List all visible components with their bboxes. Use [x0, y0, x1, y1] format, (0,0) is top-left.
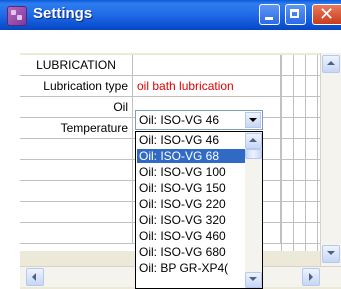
dropdown-option[interactable]: Oil: ISO-VG 100: [137, 165, 245, 179]
dropdown-option[interactable]: Oil: ISO-VG 320: [137, 213, 245, 227]
section-header: LUBRICATION: [20, 55, 133, 76]
left-frame: [0, 30, 20, 289]
app-icon: [7, 6, 27, 26]
lubrication-type-value[interactable]: oil bath lubrication: [133, 76, 281, 97]
minimize-button[interactable]: [259, 4, 280, 25]
arrow-right-icon: [309, 273, 313, 281]
dropdown-scroll-down-button[interactable]: [245, 272, 262, 288]
vertical-scrollbar[interactable]: [320, 53, 341, 267]
arrow-down-icon: [327, 251, 335, 255]
chevron-down-icon: [249, 118, 257, 122]
dropdown-option[interactable]: Oil: ISO-VG 220: [137, 197, 245, 211]
row-label: Oil: [20, 97, 133, 118]
dropdown-scroll-thumb[interactable]: [245, 149, 262, 159]
dropdown-button[interactable]: [245, 112, 261, 128]
oil-combobox[interactable]: Oil: ISO-VG 46: [135, 110, 263, 130]
value-cell[interactable]: [133, 55, 281, 76]
close-icon: ✕: [319, 4, 335, 25]
row-label: Temperature: [20, 118, 133, 139]
dropdown-scroll-up-button[interactable]: [245, 133, 262, 149]
arrow-left-icon: [32, 273, 36, 281]
dropdown-scrollbar[interactable]: [245, 132, 262, 288]
dropdown-option[interactable]: Oil: BP GR-XP4(: [137, 261, 245, 275]
dropdown-option[interactable]: Oil: ISO-VG 460: [137, 229, 245, 243]
row-label: Lubrication type: [20, 76, 133, 97]
oil-combobox-value: Oil: ISO-VG 46: [139, 113, 220, 127]
dropdown-option[interactable]: Oil: ISO-VG 150: [137, 181, 245, 195]
arrow-up-icon: [327, 61, 335, 65]
dropdown-option[interactable]: Oil: ISO-VG 46: [137, 133, 245, 147]
settings-window: Settings ✕ LUBRICATION Lubrication type …: [0, 0, 341, 289]
title-bar[interactable]: Settings ✕: [0, 0, 341, 30]
grid-top-strip: [20, 30, 341, 53]
window-title: Settings: [33, 5, 93, 22]
dropdown-option[interactable]: Oil: ISO-VG 680: [137, 245, 245, 259]
dropdown-option-selected[interactable]: Oil: ISO-VG 68: [137, 149, 245, 163]
scroll-down-button[interactable]: [322, 245, 340, 263]
arrow-up-icon: [249, 138, 257, 142]
maximize-button[interactable]: [285, 4, 306, 25]
close-button[interactable]: ✕: [312, 4, 341, 25]
table-row: LUBRICATION: [20, 55, 320, 76]
table-row: Lubrication type oil bath lubrication: [20, 76, 320, 97]
scroll-left-button[interactable]: [26, 268, 44, 286]
scroll-right-button[interactable]: [302, 268, 320, 286]
scroll-up-button[interactable]: [322, 55, 340, 73]
oil-dropdown-list[interactable]: Oil: ISO-VG 46 Oil: ISO-VG 68 Oil: ISO-V…: [135, 131, 263, 289]
arrow-down-icon: [249, 277, 257, 281]
